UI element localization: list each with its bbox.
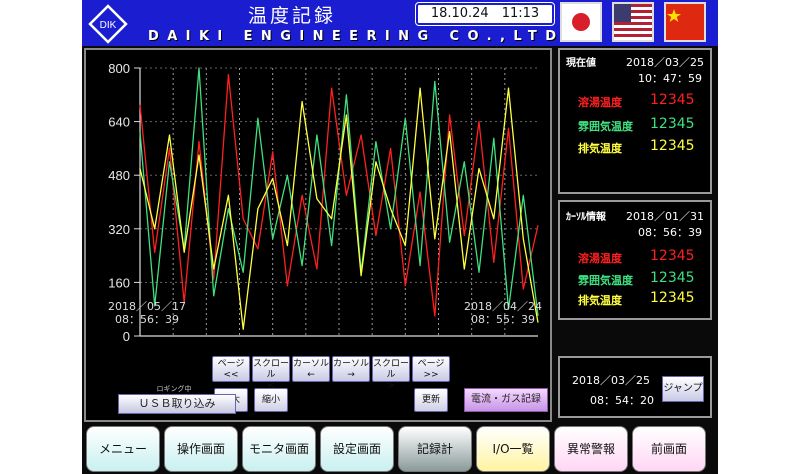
company-logo: DIK [88, 4, 128, 44]
jump-date[interactable]: 2018／03／25 [572, 372, 650, 388]
company-name-text: DAIKI ENGINEERING CO.,LTD [148, 29, 556, 44]
exhaust-temp-label: 排気温度 [578, 142, 622, 155]
jump-panel: 2018／03／25 08：54：20 ジャンプ [558, 356, 712, 418]
company-name: DAIKI ENGINEERING CO.,LTD [148, 26, 568, 48]
logging-status: ロギング中 [156, 385, 192, 393]
exhaust-temp-value: 12345 [650, 138, 695, 154]
cursor-info-title: ｶｰｿﾙ情報 [566, 212, 606, 223]
update-button[interactable]: 更新 [414, 388, 448, 412]
tab-previous-screen[interactable]: 前画面 [632, 426, 706, 472]
current-date: 2018／03／25 [626, 56, 704, 69]
cursor-exhaust-temp-label: 排気温度 [578, 294, 622, 307]
cursor-info-panel: ｶｰｿﾙ情報 2018／01／31 08：56：39 溶湯温度 12345 雰囲… [558, 200, 712, 320]
china-flag-icon[interactable] [664, 2, 706, 42]
cursor-next-button[interactable]: カーソル → [332, 356, 370, 382]
recorder-screen: DIK 温度記録 DAIKI ENGINEERING CO.,LTD 18.10… [82, 0, 718, 474]
tab-io-list[interactable]: I/O一覧 [476, 426, 550, 472]
usa-flag-icon[interactable] [612, 2, 654, 42]
header-bar: DIK 温度記録 DAIKI ENGINEERING CO.,LTD 18.10… [82, 0, 718, 46]
page-prev-button[interactable]: ページ << [212, 356, 250, 382]
current-time: 10：47：59 [638, 72, 702, 85]
atmosphere-temp-value: 12345 [650, 116, 695, 132]
logo-text: DIK [100, 20, 117, 31]
jump-button[interactable]: ジャンプ [662, 376, 704, 402]
page-title: 温度記録 [247, 5, 336, 27]
datetime-display: 18.10.24 11:13 [415, 2, 555, 26]
japan-flag-icon[interactable] [560, 2, 602, 42]
melt-temp-value: 12345 [650, 92, 695, 108]
chart-start-date: 2018／05／17 08：56：39 [108, 300, 186, 326]
cursor-melt-temp-label: 溶湯温度 [578, 252, 622, 265]
cursor-date: 2018／01／31 [626, 210, 704, 223]
cursor-prev-button[interactable]: カーソル ← [292, 356, 330, 382]
cursor-exhaust-temp-value: 12345 [650, 290, 695, 306]
tab-monitor[interactable]: モニタ画面 [242, 426, 316, 472]
tab-recorder[interactable]: 記録計 [398, 426, 472, 472]
tab-settings[interactable]: 設定画面 [320, 426, 394, 472]
jump-time[interactable]: 08：54：20 [590, 392, 654, 408]
cursor-atmosphere-temp-value: 12345 [650, 270, 695, 286]
y-tick-label: 0 [123, 329, 130, 344]
cursor-time: 08：56：39 [638, 226, 702, 239]
tab-menu[interactable]: メニュー [86, 426, 160, 472]
cursor-melt-temp-value: 12345 [650, 248, 695, 264]
scroll-prev-button[interactable]: スクロール < [252, 356, 290, 391]
tab-operation[interactable]: 操作画面 [164, 426, 238, 472]
y-tick-label: 480 [108, 168, 130, 183]
zoom-out-button[interactable]: 縮小 [254, 388, 288, 412]
current-gas-record-button[interactable]: 電流・ガス記録 [464, 388, 548, 412]
current-values-panel: 現在値 2018／03／25 10：47：59 溶湯温度 12345 雰囲気温度… [558, 48, 712, 194]
chart-end-date: 2018／04／24 08：55：39 [464, 300, 542, 326]
page-next-button[interactable]: ページ >> [412, 356, 450, 382]
melt-temp-label: 溶湯温度 [578, 96, 622, 109]
y-tick-label: 320 [108, 222, 130, 237]
scroll-next-button[interactable]: スクロール > [372, 356, 410, 391]
usb-import-button[interactable]: ＵＳＢ取り込み [118, 394, 236, 414]
current-values-title: 現在値 [566, 58, 596, 69]
y-tick-label: 800 [108, 61, 130, 76]
cursor-atmosphere-temp-label: 雰囲気温度 [578, 274, 633, 287]
atmosphere-temp-label: 雰囲気温度 [578, 120, 633, 133]
tab-alarm[interactable]: 異常警報 [554, 426, 628, 472]
y-tick-label: 160 [108, 275, 130, 290]
y-tick-label: 640 [108, 115, 130, 130]
